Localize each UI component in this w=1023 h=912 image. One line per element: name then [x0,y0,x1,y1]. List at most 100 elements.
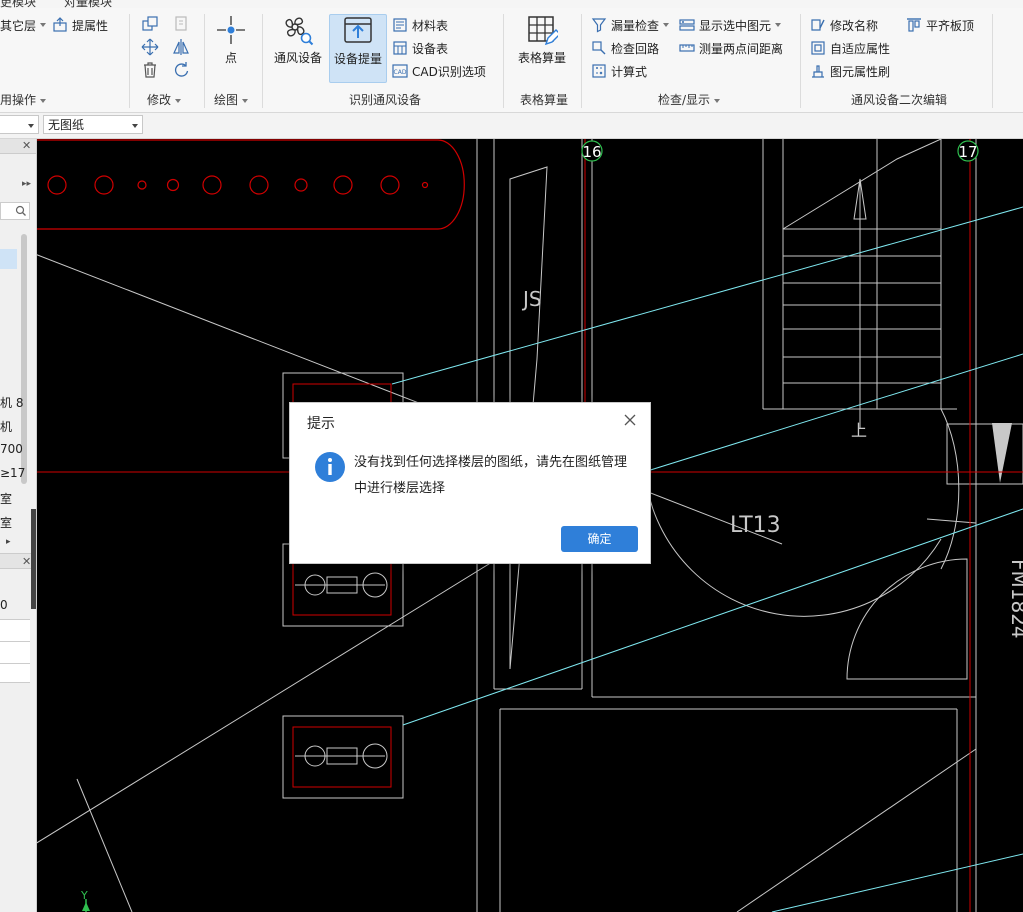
tree-item[interactable]: 机 8 [0,394,30,411]
property-row[interactable] [0,663,30,683]
ventilation-equipment-button[interactable]: 通风设备 [270,14,326,66]
group-separator [581,14,582,108]
equipment-table-button[interactable]: 设备表 [392,39,448,57]
axis-bubble-17: 17 [957,140,979,162]
copy-disabled-icon[interactable] [172,15,190,33]
layer-select[interactable] [0,115,39,134]
table-calc-button[interactable]: 表格算量 [513,14,571,66]
ucs-axis-icon: Y [80,889,90,912]
missing-check-label: 漏量检查 [611,18,660,33]
align-top-label: 平齐板顶 [926,18,975,33]
chevron-down-icon [775,23,782,27]
search-icon [15,205,26,216]
copy-icon[interactable] [141,15,159,33]
cad-options-button[interactable]: CAD CAD识别选项 [392,62,486,80]
selected-tree-item[interactable] [0,249,17,269]
property-value[interactable]: 0 [0,598,30,612]
point-button[interactable]: 点 [212,14,250,66]
show-selected-label: 显示选中图元 [699,18,772,33]
rotate-icon[interactable] [172,61,190,79]
chevron-down-icon [175,98,182,103]
drawing-select-value: 无图纸 [48,118,85,132]
group-separator [262,14,263,108]
equipment-extract-label: 设备提量 [333,52,382,66]
rename-button[interactable]: 修改名称 [810,16,878,34]
ok-button[interactable]: 确定 [561,526,638,552]
cad-options-icon: CAD [392,64,408,78]
chevron-down-icon [242,98,249,103]
close-icon[interactable] [622,412,638,428]
drawing-toolbar: 无图纸 [0,113,1023,139]
equipment-table-label: 设备表 [412,41,449,56]
tree-item[interactable]: ≥17 [0,466,30,480]
svg-text:CAD: CAD [394,69,407,76]
material-table-icon [393,18,407,32]
move-icon[interactable] [141,38,159,56]
tab-module-2[interactable]: 对量模块 [64,0,112,8]
group-label-identify: 识别通风设备 [349,93,422,107]
axis-bubble-16: 16 [581,140,603,162]
arrow-marker [992,423,1012,483]
tree-item[interactable]: 室 [0,490,30,507]
material-table-label: 材料表 [412,18,449,33]
close-icon[interactable]: ✕ [22,139,31,152]
material-table-button[interactable]: 材料表 [392,16,448,34]
cad-options-label: CAD识别选项 [412,64,486,79]
drawing-select[interactable]: 无图纸 [43,115,143,134]
extract-props-icon [53,17,67,32]
tree-item[interactable]: 机 [0,418,30,435]
scroll-right-icon[interactable]: ▸ [6,537,11,547]
ribbon: 其它层 提属性 用操作 修改 点 绘图 通风设备 设备提量 材料表 设备表 CA… [0,8,1023,113]
property-row[interactable] [0,641,30,664]
fan-icon [285,17,314,46]
chevron-down-icon [132,124,138,128]
tree-item[interactable]: 700 [0,442,30,456]
group-separator [800,14,801,108]
other-layer-button[interactable]: 其它层 [0,16,47,34]
ruler-icon [679,44,695,52]
group-label-draw: 绘图 [214,91,249,108]
delete-icon[interactable] [141,61,159,79]
ucs-y-label: Y [80,889,88,902]
expand-icon[interactable]: ▸▸ [22,179,31,189]
extract-props-button[interactable]: 提属性 [52,16,108,34]
rename-icon [811,19,825,31]
show-selected-button[interactable]: 显示选中图元 [679,16,782,34]
adaptive-props-icon [811,41,825,55]
property-row[interactable] [0,619,30,642]
info-icon [315,452,345,482]
align-top-button[interactable]: 平齐板顶 [906,16,974,34]
formula-button[interactable]: 计算式 [591,62,647,80]
axis-label: 16 [582,143,601,161]
table-edit-icon [528,16,558,46]
missing-check-button[interactable]: 漏量检查 [591,16,670,34]
group-separator [992,14,993,108]
group-label-modify: 修改 [147,91,182,108]
check-loop-button[interactable]: 检查回路 [591,39,659,57]
table-calc-label: 表格算量 [517,51,566,65]
search-box[interactable] [0,202,30,220]
group-separator [204,14,205,108]
adaptive-props-button[interactable]: 自适应属性 [810,39,890,57]
panel-splitter[interactable] [31,509,36,609]
close-icon[interactable]: ✕ [22,555,31,568]
axis-label: 17 [958,143,977,161]
tab-module-1[interactable]: 更模块 [0,0,36,8]
group-separator [503,14,504,108]
duct-red[interactable] [37,139,465,230]
align-top-icon [907,18,921,32]
tree-item[interactable]: 室 [0,514,30,531]
rename-label: 修改名称 [830,18,879,33]
prop-brush-button[interactable]: 图元属性刷 [810,62,890,80]
show-selected-icon [679,19,695,31]
brush-icon [812,65,824,78]
measure-distance-button[interactable]: 测量两点间距离 [679,39,783,57]
equipment-extract-button[interactable]: 设备提量 [329,14,387,83]
point-icon [217,16,245,44]
formula-label: 计算式 [611,64,648,79]
chevron-down-icon [663,23,670,27]
mirror-icon[interactable] [172,38,190,56]
door-label: FM1824 [1007,559,1023,639]
group-label-secondary: 通风设备二次编辑 [851,93,948,107]
adaptive-props-label: 自适应属性 [830,41,891,56]
